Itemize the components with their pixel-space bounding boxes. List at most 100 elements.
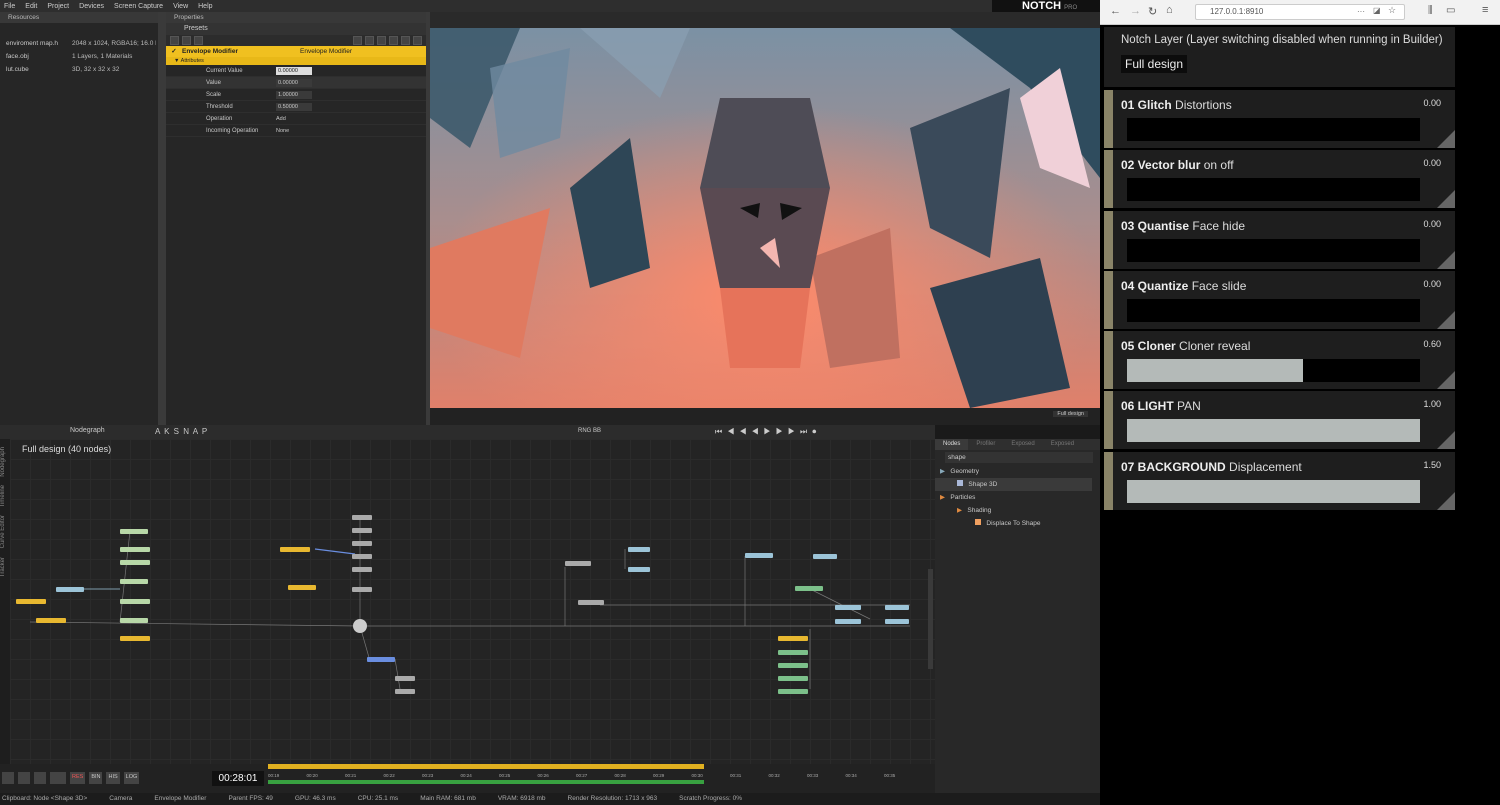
node[interactable]: [778, 663, 808, 668]
timeline-ruler[interactable]: 00:19 00:20 00:21 00:22 00:23 00:24 00:25 00:26…: [268, 773, 908, 780]
param-slider[interactable]: [1127, 359, 1420, 382]
node[interactable]: [835, 605, 861, 610]
pocket-icon[interactable]: ◪: [1373, 6, 1381, 15]
property-value[interactable]: 1.00000: [276, 90, 312, 99]
layer-indicator[interactable]: Full design: [1053, 411, 1088, 417]
tree-item-displace-to-shape[interactable]: Displace To Shape: [935, 517, 1092, 530]
node[interactable]: [56, 587, 84, 592]
his-button[interactable]: HIS: [106, 772, 120, 784]
resources-scrollbar[interactable]: [158, 12, 166, 425]
property-value[interactable]: 0.00000: [276, 66, 312, 75]
resize-handle-icon[interactable]: [1437, 311, 1455, 329]
param-slider[interactable]: [1127, 118, 1420, 141]
bookmark-star-icon[interactable]: ☆: [1388, 5, 1396, 16]
forward-icon[interactable]: →: [1130, 5, 1141, 17]
node[interactable]: [778, 676, 808, 681]
back-icon[interactable]: [50, 772, 66, 784]
menu-devices[interactable]: Devices: [79, 3, 104, 10]
property-value[interactable]: 0.50000: [276, 102, 312, 111]
toggle-icon[interactable]: [170, 36, 179, 45]
property-value[interactable]: Add: [276, 113, 286, 125]
bin-button[interactable]: BIN: [89, 772, 103, 784]
rewind-icon[interactable]: [34, 772, 46, 784]
current-time[interactable]: 00:28:01: [212, 771, 264, 786]
node[interactable]: [120, 547, 150, 552]
tree-item-geometry[interactable]: ▶ Geometry: [935, 465, 1092, 478]
log-button[interactable]: LOG: [123, 772, 140, 784]
node[interactable]: [352, 567, 372, 572]
library-icon[interactable]: ⫼: [1428, 5, 1433, 16]
param-slider[interactable]: [1127, 239, 1420, 262]
node[interactable]: [578, 600, 604, 605]
property-value[interactable]: 0.00000: [276, 78, 312, 87]
gear-icon[interactable]: [353, 619, 367, 633]
node[interactable]: [745, 553, 773, 558]
help-icon[interactable]: [413, 36, 422, 45]
resource-item[interactable]: face.obj 1 Layers, 1 Materials: [0, 50, 158, 63]
node[interactable]: [778, 650, 808, 655]
param-slider[interactable]: [1127, 480, 1420, 503]
node[interactable]: [778, 689, 808, 694]
side-tab-nodegraph[interactable]: Nodegraph: [0, 447, 6, 477]
node[interactable]: [352, 554, 372, 559]
tab-exposed[interactable]: Exposed: [1003, 439, 1042, 450]
snap-toggle[interactable]: A K S N A P: [155, 427, 208, 436]
menu-screen-capture[interactable]: Screen Capture: [114, 3, 163, 10]
node[interactable]: [36, 618, 66, 623]
reload-icon[interactable]: ↻: [1148, 5, 1157, 18]
menu-file[interactable]: File: [4, 3, 15, 10]
layer-name[interactable]: Full design: [1121, 55, 1188, 73]
resize-handle-icon[interactable]: [1437, 130, 1455, 148]
back-icon[interactable]: ←: [1110, 5, 1121, 17]
node[interactable]: [120, 529, 148, 534]
menu-project[interactable]: Project: [47, 3, 69, 10]
gear-icon[interactable]: [2, 772, 14, 784]
node[interactable]: [367, 657, 395, 662]
timeline-range[interactable]: [268, 764, 704, 769]
node[interactable]: [885, 605, 909, 610]
nodegraph-canvas[interactable]: [10, 439, 935, 764]
target-icon[interactable]: [182, 36, 191, 45]
menu-view[interactable]: View: [173, 3, 188, 10]
rng-button[interactable]: RNG: [578, 428, 591, 434]
menu-icon[interactable]: ≡: [1482, 4, 1488, 16]
copy-icon[interactable]: [353, 36, 362, 45]
tab-exposed-2[interactable]: Exposed: [1043, 439, 1082, 450]
side-tab-curve-editor[interactable]: Curve Editor: [0, 515, 6, 548]
param-slider[interactable]: [1127, 419, 1420, 442]
node[interactable]: [813, 554, 837, 559]
param-slider[interactable]: [1127, 178, 1420, 201]
node[interactable]: [120, 599, 150, 604]
tree-item-particles[interactable]: ▶ Particles: [935, 491, 1092, 504]
node[interactable]: [628, 547, 650, 552]
close-icon[interactable]: [194, 36, 203, 45]
menu-help[interactable]: Help: [198, 3, 212, 10]
paste-icon[interactable]: [365, 36, 374, 45]
resize-handle-icon[interactable]: [1437, 190, 1455, 208]
tree-item-shading[interactable]: ▶ Shading: [935, 504, 1092, 517]
link-icon[interactable]: [377, 36, 386, 45]
node[interactable]: [565, 561, 591, 566]
tab-nodes[interactable]: Nodes: [935, 439, 969, 450]
presets-dropdown[interactable]: Presets: [166, 23, 426, 35]
node[interactable]: [395, 676, 415, 681]
more-icon[interactable]: ···: [1357, 7, 1365, 16]
resize-handle-icon[interactable]: [1437, 431, 1455, 449]
node[interactable]: [352, 541, 372, 546]
heart-icon[interactable]: [401, 36, 410, 45]
node[interactable]: [120, 579, 148, 584]
property-value[interactable]: None: [276, 125, 289, 137]
node[interactable]: [778, 636, 808, 641]
node[interactable]: [885, 619, 909, 624]
tab-nodegraph[interactable]: Nodegraph: [70, 427, 105, 434]
node[interactable]: [352, 528, 372, 533]
node[interactable]: [120, 618, 148, 623]
side-tab-tracker[interactable]: Tracker: [0, 557, 6, 577]
nodegraph-scrollbar[interactable]: [928, 569, 933, 669]
node[interactable]: [835, 619, 861, 624]
node[interactable]: [288, 585, 316, 590]
node[interactable]: [628, 567, 650, 572]
bb-button[interactable]: BB: [593, 428, 601, 434]
node[interactable]: [795, 586, 823, 591]
tree-item-shape-3d[interactable]: Shape 3D: [935, 478, 1092, 491]
